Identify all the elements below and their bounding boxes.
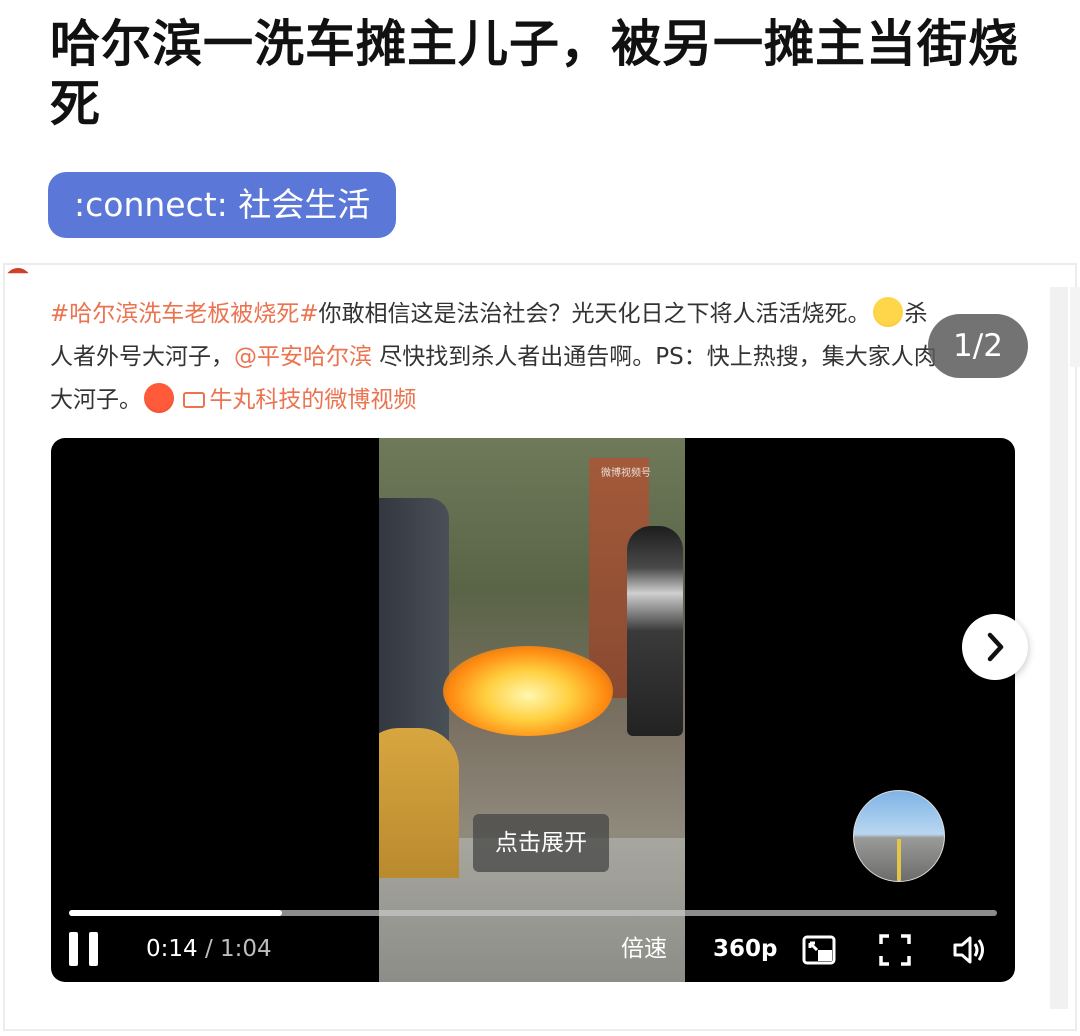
volume-icon bbox=[953, 936, 984, 964]
uploader-avatar[interactable] bbox=[853, 790, 945, 882]
video-icon bbox=[183, 392, 206, 408]
pip-button[interactable] bbox=[801, 932, 837, 968]
right-edge-panel bbox=[1070, 287, 1080, 367]
fullscreen-icon bbox=[879, 934, 911, 966]
quality-button[interactable]: 360p bbox=[713, 934, 777, 964]
scrollbar-track[interactable] bbox=[1050, 287, 1068, 1009]
time-separator: / bbox=[197, 936, 221, 962]
duration: 1:04 bbox=[220, 936, 272, 962]
video-fire bbox=[443, 646, 613, 736]
pause-icon bbox=[89, 932, 98, 966]
article-title: 哈尔滨一洗车摊主儿子，被另一摊主当街烧死 bbox=[50, 15, 1019, 133]
video-yellow-car bbox=[379, 728, 459, 878]
fullscreen-button[interactable] bbox=[877, 932, 913, 968]
time-display: 0:14 / 1:04 bbox=[146, 934, 272, 964]
page-indicator: 1/2 bbox=[928, 314, 1028, 378]
video-watermark: 微博视频号 bbox=[601, 468, 651, 479]
picture-in-picture-icon bbox=[802, 935, 836, 965]
post-text-part: 你敢相信这是法治社会？光天化日之下将人活活烧死。 bbox=[318, 301, 871, 327]
video-person bbox=[627, 526, 683, 736]
video-source-label: 牛丸科技的微博视频 bbox=[209, 387, 417, 413]
video-frame: 微博视频号 bbox=[379, 438, 685, 982]
pause-icon bbox=[69, 932, 78, 966]
category-tag[interactable]: :connect: 社会生活 bbox=[48, 172, 397, 238]
speed-button[interactable]: 倍速 bbox=[621, 934, 667, 964]
angry-face-icon bbox=[144, 383, 174, 413]
chevron-right-icon bbox=[987, 632, 1004, 662]
next-button[interactable] bbox=[962, 614, 1028, 680]
crying-face-icon bbox=[872, 297, 903, 327]
video-player[interactable]: 微博视频号 点击展开 0:14 / 1:04 倍速 360p bbox=[51, 438, 1015, 982]
current-time: 0:14 bbox=[146, 936, 198, 962]
video-progress-bar[interactable] bbox=[69, 910, 997, 916]
road-line bbox=[897, 839, 901, 881]
mention-link[interactable]: @平安哈尔滨 bbox=[234, 344, 372, 370]
pause-button[interactable] bbox=[69, 932, 101, 968]
expand-button[interactable]: 点击展开 bbox=[473, 814, 609, 872]
volume-button[interactable] bbox=[951, 932, 987, 968]
video-source-link[interactable]: 牛丸科技的微博视频 bbox=[183, 387, 416, 413]
video-progress-fill bbox=[69, 910, 283, 916]
hashtag-link[interactable]: #哈尔滨洗车老板被烧死# bbox=[50, 301, 319, 327]
post-text: #哈尔滨洗车老板被烧死#你敢相信这是法治社会？光天化日之下将人活活烧死。 杀人者外… bbox=[50, 293, 950, 422]
video-dark-car bbox=[379, 498, 449, 748]
